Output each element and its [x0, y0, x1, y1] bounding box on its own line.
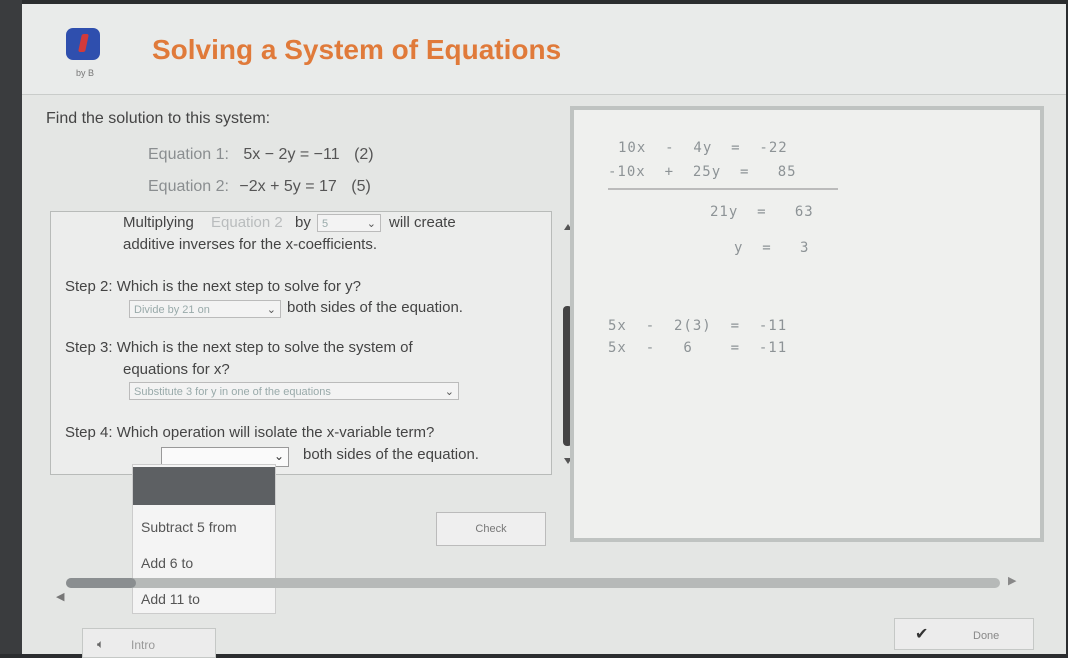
equation-2-multiplier: (5) — [351, 178, 371, 195]
dropdown-option-subtract-5[interactable]: Subtract 5 from — [141, 519, 237, 535]
intro-label: Intro — [131, 638, 156, 652]
step1-by: by — [295, 214, 311, 231]
equation-1-expr: 5x − 2y = −11 — [243, 146, 340, 163]
progress-fill — [66, 578, 136, 588]
step2-select[interactable]: Divide by 21 on ⌄ — [129, 300, 281, 318]
dropdown-option-add-11[interactable]: Add 11 to — [141, 591, 200, 607]
work-area-whiteboard: 10x - 4y = -22 -10x + 25y = 85 21y = 63 … — [570, 106, 1044, 542]
left-dark-edge — [0, 0, 22, 654]
step2-select-value: Divide by 21 on — [134, 304, 210, 316]
step3-select-value: Substitute 3 for y in one of the equatio… — [134, 386, 331, 398]
chevron-down-icon: ⌄ — [273, 449, 284, 463]
app-logo-icon — [66, 28, 100, 60]
chevron-down-icon: ⌄ — [266, 304, 276, 316]
work-row-3: 21y = 63 — [710, 204, 814, 220]
chevron-down-icon: ⌄ — [444, 386, 454, 398]
done-button[interactable]: ✔ Done — [894, 618, 1034, 650]
work-row-2: -10x + 25y = 85 — [608, 164, 797, 180]
step4-suffix: both sides of the equation. — [303, 446, 479, 463]
work-sum-line — [608, 188, 838, 190]
step1-select-equation[interactable]: Equation 2 — [211, 214, 283, 231]
equation-2-expr: −2x + 5y = 17 — [239, 178, 337, 195]
checkmark-icon: ✔ — [915, 626, 929, 643]
steps-panel: Multiplying Equation 2 by 5 ⌄ will creat… — [50, 211, 572, 475]
check-button[interactable]: Check — [436, 512, 546, 546]
done-label: Done — [973, 630, 1000, 642]
dropdown-option-add-6[interactable]: Add 6 to — [141, 555, 193, 571]
equation-2: Equation 2: −2x + 5y = 17 (5) — [148, 178, 371, 196]
step4-question: Step 4: Which operation will isolate the… — [65, 424, 435, 441]
step1-suffix: will create — [389, 214, 456, 231]
equation-1-label: Equation 1: — [148, 146, 229, 163]
logo-byline: by B — [76, 68, 95, 78]
step4-dropdown-menu: Subtract 5 from Add 6 to Add 11 to — [132, 464, 276, 614]
step1-prefix: Multiplying — [123, 214, 194, 231]
step2-suffix: both sides of the equation. — [287, 299, 463, 316]
chevron-down-icon: ⌄ — [366, 218, 376, 230]
problem-prompt: Find the solution to this system: — [46, 110, 271, 127]
page-title: Solving a System of Equations — [152, 34, 562, 65]
step3-question-line2: equations for x? — [123, 361, 230, 378]
nav-prev-icon[interactable]: ◀ — [56, 590, 64, 603]
step1-line2: additive inverses for the x-coefficients… — [123, 236, 378, 253]
work-row-5: 5x - 2(3) = -11 — [608, 318, 788, 334]
step1-multiplier-select[interactable]: 5 ⌄ — [317, 214, 381, 232]
equation-2-label: Equation 2: — [148, 178, 229, 195]
equation-1-multiplier: (2) — [354, 146, 374, 163]
work-row-6: 5x - 6 = -11 — [608, 340, 788, 356]
step2-question: Step 2: Which is the next step to solve … — [65, 278, 361, 295]
header: by B Solving a System of Equations — [22, 4, 1066, 95]
progress-track[interactable] — [66, 578, 1000, 588]
work-row-1: 10x - 4y = -22 — [618, 140, 788, 156]
app-window: by B Solving a System of Equations Find … — [22, 4, 1066, 658]
equation-1: Equation 1: 5x − 2y = −11 (2) — [148, 146, 374, 164]
dropdown-highlighted-empty-option[interactable] — [133, 467, 275, 505]
nav-next-icon[interactable]: ▶ — [1008, 574, 1016, 587]
work-row-4: y = 3 — [734, 240, 810, 256]
speaker-icon: 🔈︎ — [97, 637, 105, 651]
step3-select[interactable]: Substitute 3 for y in one of the equatio… — [129, 382, 459, 400]
step1-multiplier-value: 5 — [322, 218, 329, 230]
step3-question: Step 3: Which is the next step to solve … — [65, 339, 413, 356]
